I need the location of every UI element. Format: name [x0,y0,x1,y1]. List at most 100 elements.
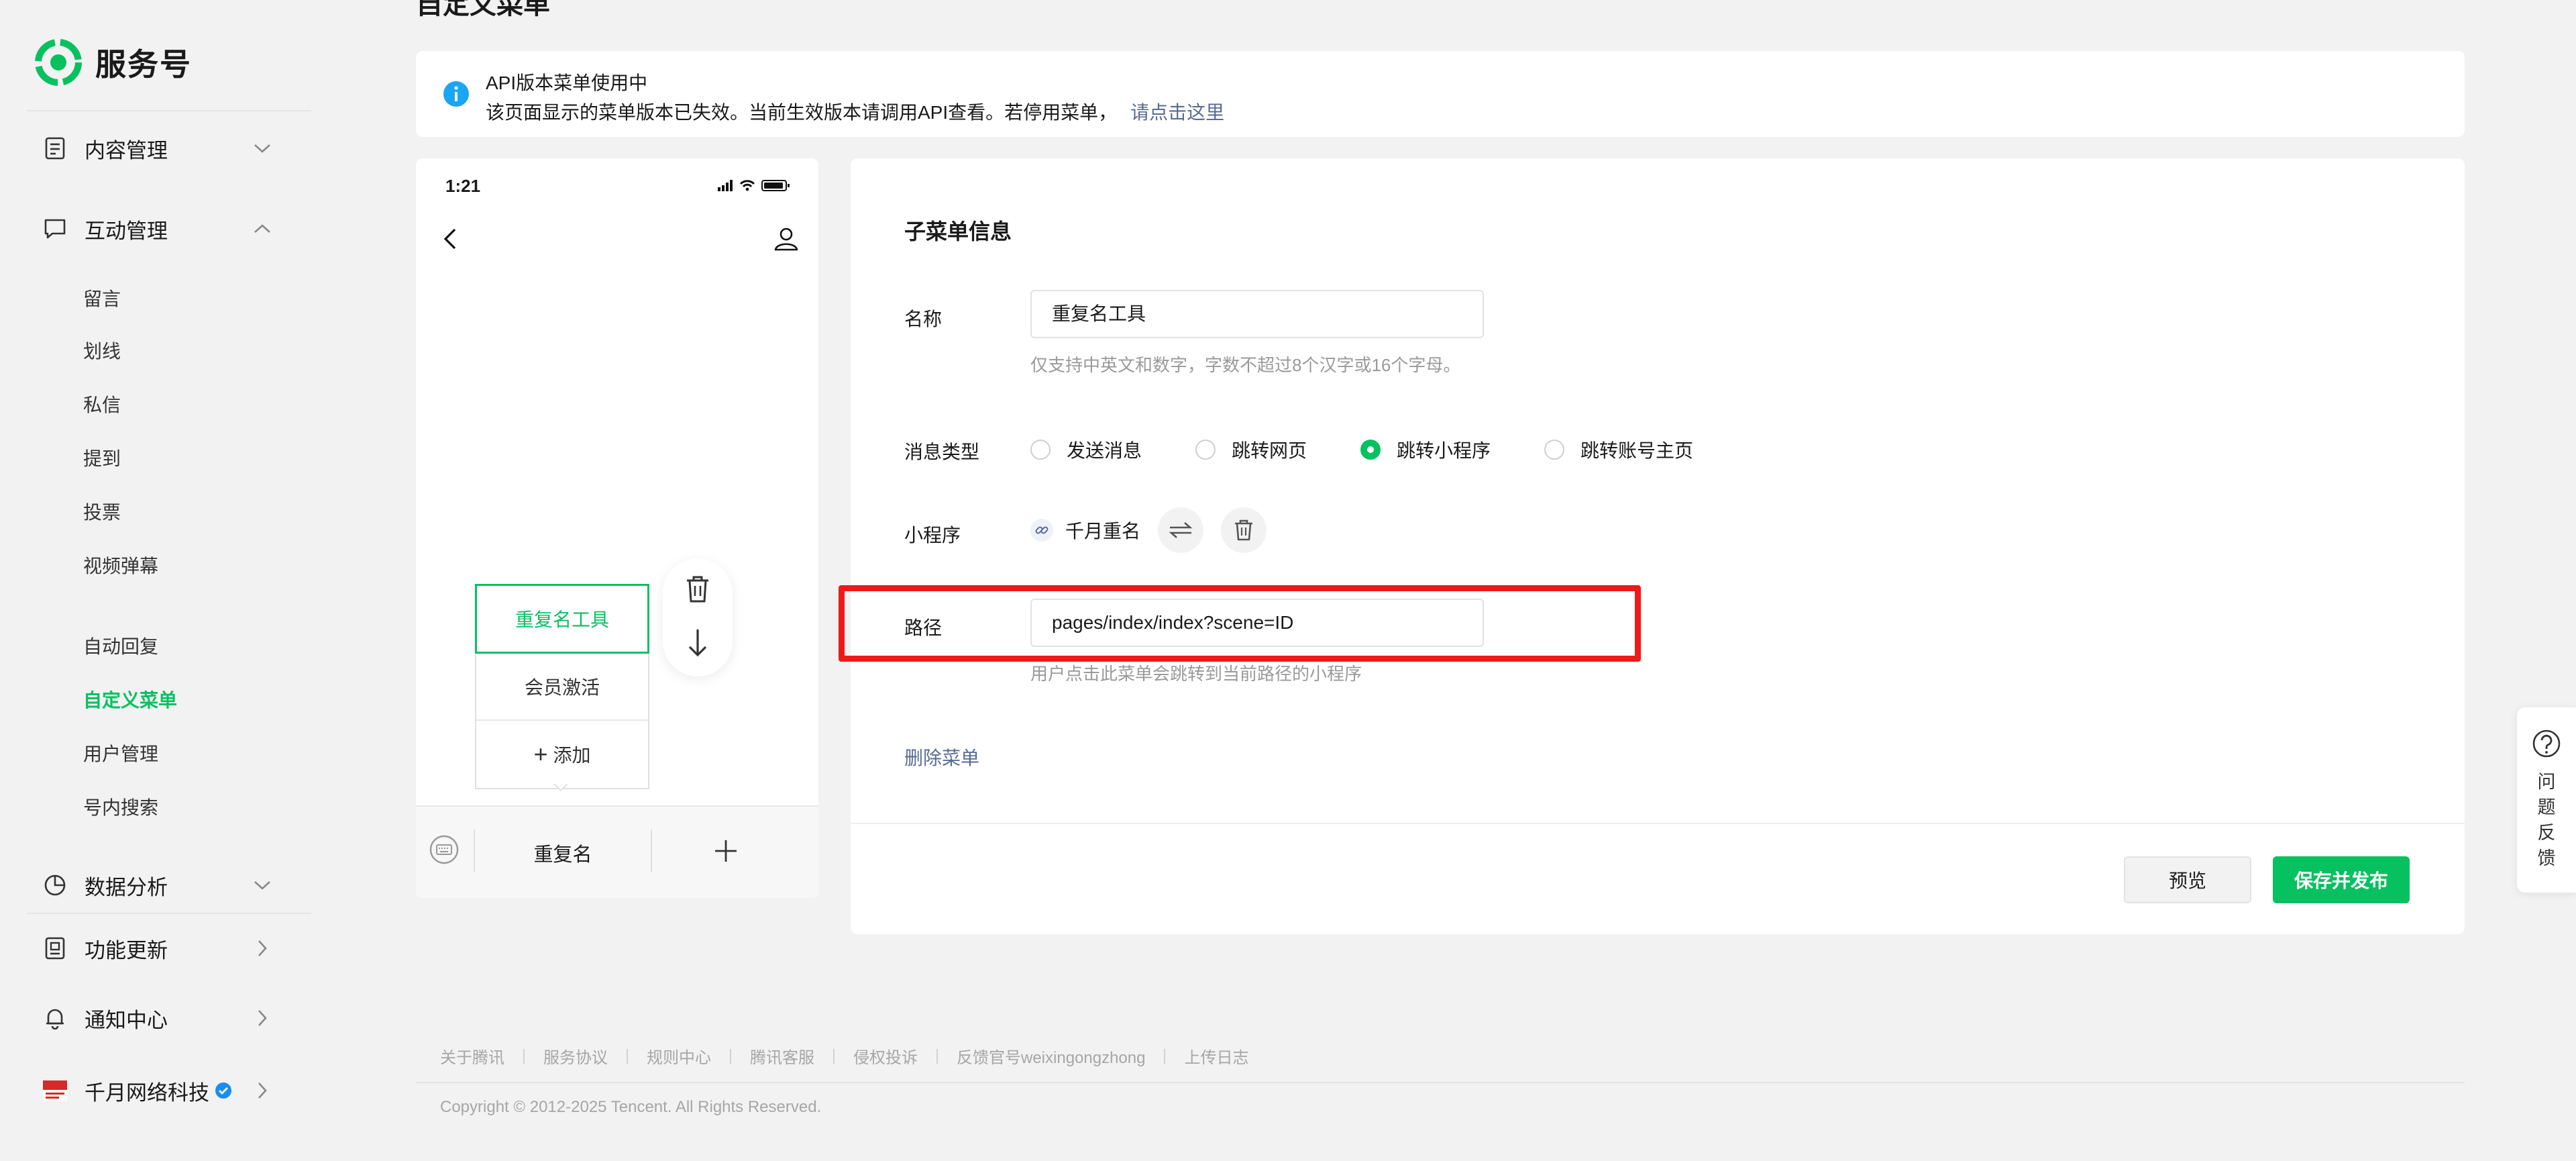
sidebar-group-label: 功能更新 [85,938,168,962]
question-icon [2532,729,2561,758]
keyboard-icon[interactable] [429,835,459,864]
radio-jump-account-home[interactable]: 跳转账号主页 [1544,436,1693,463]
bell-icon [42,1005,68,1031]
sidebar-item-user-mgmt[interactable]: 用户管理 [83,740,158,769]
msg-type-radio-group: 发送消息 跳转网页 跳转小程序 跳转账号主页 [1030,436,1747,463]
miniprogram-name: 千月重名 [1065,521,1141,542]
sidebar-item-custom-menu[interactable]: 自定义菜单 [83,686,177,715]
brand-name: 服务号 [95,47,192,82]
sidebar-divider [27,110,311,111]
radio-send-message[interactable]: 发送消息 [1030,436,1142,463]
menu-bar-divider [651,829,652,872]
menu-bar-item[interactable]: 重复名 [475,807,651,898]
swap-miniprogram-button[interactable] [1158,507,1204,553]
update-doc-icon [42,935,68,962]
footer-link[interactable]: 服务协议 [543,1044,608,1068]
chat-bubble-icon [42,215,68,242]
notice-body: 该页面显示的菜单版本已失效。当前生效版本请调用API查看。若停用菜单， [486,102,1118,123]
back-arrow-icon[interactable] [436,224,466,254]
footer-link-separator [1164,1048,1166,1064]
sidebar-group-label: 内容管理 [85,138,168,162]
path-label: 路径 [904,617,943,638]
submenu-add-label: 添加 [553,745,591,766]
sidebar-group-data-analysis[interactable]: 数据分析 [42,862,274,909]
notice-click-here-link[interactable]: 请点击这里 [1130,102,1224,123]
name-label: 名称 [904,309,943,330]
info-icon [443,81,469,107]
sidebar-item-video-danmaku[interactable]: 视频弹幕 [83,552,158,581]
footer-link[interactable]: 腾讯客服 [750,1044,814,1068]
move-down-arrow-icon[interactable] [684,627,711,659]
swap-arrows-icon [1169,522,1193,538]
sidebar-group-label: 通知中心 [85,1008,168,1032]
footer-divider [416,1082,2465,1083]
footer-link[interactable]: 上传日志 [1184,1044,1248,1068]
sidebar-item-mentions[interactable]: 提到 [83,444,121,474]
user-profile-icon[interactable] [771,224,801,254]
footer-link[interactable]: 侵权投诉 [853,1044,918,1068]
phone-preview: 1:21 重复名工具 会员激活 + 添加 重复名 [416,158,818,898]
name-input[interactable]: 重复名工具 [1030,290,1484,338]
radio-jump-miniprogram[interactable]: 跳转小程序 [1360,436,1491,463]
sidebar-group-interaction[interactable]: 互动管理 [42,205,274,252]
chevron-right-icon [251,937,274,960]
add-menu-plus-icon[interactable] [714,839,738,863]
form-title: 子菜单信息 [904,219,1012,244]
name-hint: 仅支持中英文和数字，字数不超过8个汉字或16个字母。 [1030,355,1461,375]
chevron-down-icon [251,874,274,897]
path-input[interactable]: pages/index/index?scene=ID [1030,599,1484,647]
remove-miniprogram-button[interactable] [1221,507,1267,553]
sidebar-item-private-message[interactable]: 私信 [83,391,121,420]
trash-icon[interactable] [684,574,711,604]
account-name: 千月网络科技 [85,1080,209,1105]
footer-link[interactable]: 反馈官号weixingongzhong [957,1044,1145,1068]
sidebar-item-in-account-search[interactable]: 号内搜索 [83,793,158,823]
footer-link[interactable]: 关于腾讯 [440,1044,504,1068]
sidebar-item-comments[interactable]: 留言 [83,285,121,314]
submenu-form: 子菜单信息 名称 重复名工具 仅支持中英文和数字，字数不超过8个汉字或16个字母… [851,158,2465,934]
feedback-label: 问题反馈 [2537,772,2556,868]
footer-link-separator [833,1048,835,1064]
phone-status-icons [718,180,790,191]
sidebar-divider [27,913,311,914]
submenu-add-button[interactable]: + 添加 [476,721,648,788]
verified-badge-icon [215,1082,251,1099]
sidebar-item-underline[interactable]: 划线 [83,337,121,366]
document-icon [42,135,68,162]
submenu-item-selected[interactable]: 重复名工具 [475,584,649,654]
submenu-caret-icon [554,784,568,792]
api-menu-notice: API版本菜单使用中 该页面显示的菜单版本已失效。当前生效版本请调用API查看。… [416,51,2465,137]
save-and-publish-button[interactable]: 保存并发布 [2273,856,2410,903]
radio-label: 跳转网页 [1232,440,1307,461]
plus-icon: + [533,740,548,768]
pie-chart-icon [42,872,68,899]
msg-type-label: 消息类型 [904,442,980,462]
footer-link-separator [730,1048,731,1064]
notice-title: API版本菜单使用中 [486,72,648,93]
sidebar-group-notification[interactable]: 通知中心 [42,995,274,1042]
radio-jump-webpage[interactable]: 跳转网页 [1195,436,1307,463]
phone-menu-bar: 重复名 [416,805,818,898]
radio-label: 跳转小程序 [1397,440,1491,461]
miniprogram-label: 小程序 [904,525,961,546]
page-title-partial: 自定义菜单 [416,0,550,19]
submenu-list: 重复名工具 会员激活 + 添加 [475,584,649,789]
footer-link-separator [627,1048,628,1064]
footer-link-separator [936,1048,938,1064]
sidebar-account[interactable]: 千月网络科技 [42,1067,274,1114]
radio-circle [1544,440,1565,460]
sidebar-item-vote[interactable]: 投票 [83,498,121,527]
sidebar-group-content[interactable]: 内容管理 [42,125,274,172]
submenu-item[interactable]: 会员激活 [476,654,648,721]
radio-label: 发送消息 [1067,440,1142,461]
submenu-tools [663,558,733,676]
feedback-tab[interactable]: 问题反馈 [2517,707,2576,893]
brand[interactable]: 服务号 [35,39,192,86]
phone-status-time: 1:21 [445,176,481,196]
sidebar-item-auto-reply[interactable]: 自动回复 [83,632,158,662]
footer-link[interactable]: 规则中心 [647,1044,711,1068]
radio-label: 跳转账号主页 [1580,440,1694,461]
preview-button[interactable]: 预览 [2124,856,2251,903]
sidebar-group-feature-updates[interactable]: 功能更新 [42,925,274,972]
delete-menu-link[interactable]: 删除菜单 [904,744,979,770]
